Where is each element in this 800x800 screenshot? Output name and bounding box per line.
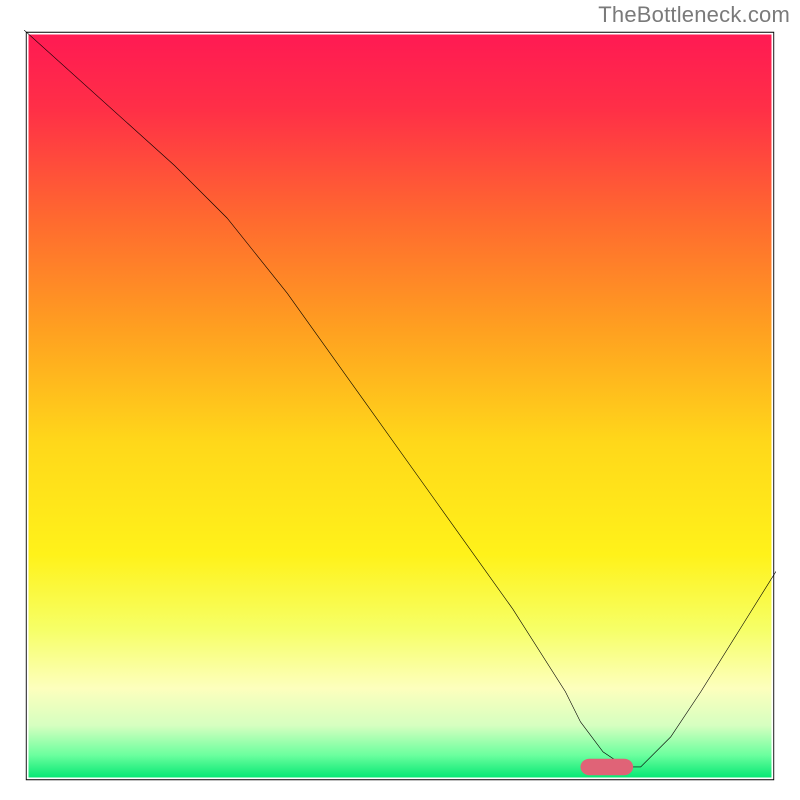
chart-plot	[24, 30, 776, 782]
chart-background-gradient	[29, 35, 772, 778]
chart-svg	[24, 30, 776, 782]
watermark-text: TheBottleneck.com	[598, 2, 790, 28]
optimum-marker	[580, 759, 633, 776]
chart-container: TheBottleneck.com	[0, 0, 800, 800]
